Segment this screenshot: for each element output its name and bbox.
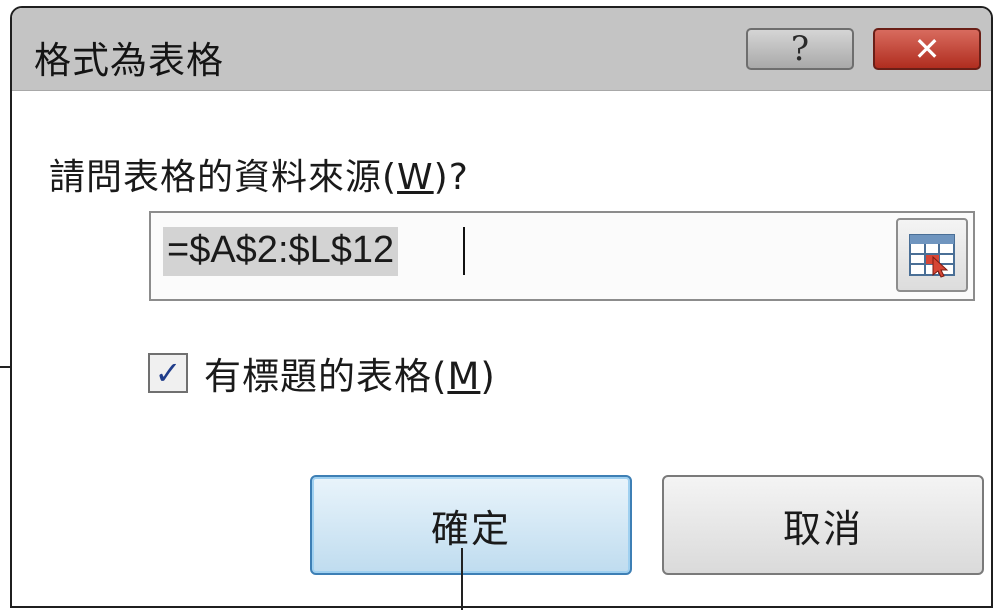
range-input[interactable]: =$A$2:$L$12 [149,211,975,301]
data-source-prompt: 請問表格的資料來源(W)? [49,148,469,200]
has-headers-checkbox[interactable]: ✓ [148,353,188,393]
format-as-table-dialog: 格式為表格 ? ✕ 請問表格的資料來源(W)? =$A$2:$L$12 ✓ 有標… [10,6,993,608]
checkbox-access-key: M [447,355,481,398]
range-selector-button[interactable] [896,218,968,292]
range-input-value: =$A$2:$L$12 [163,227,399,276]
question-mark-icon: ? [790,29,810,69]
help-button[interactable]: ? [746,28,854,70]
prompt-access-key: W [397,157,434,198]
callout-line-ok [461,548,463,610]
headers-checkbox-row[interactable]: ✓ 有標題的表格(M) [148,348,496,398]
has-headers-label[interactable]: 有標題的表格(M) [204,346,496,400]
range-selector-icon [909,234,955,278]
checkbox-label-suffix: ) [480,355,496,398]
close-icon: ✕ [913,30,941,68]
close-button[interactable]: ✕ [873,28,981,70]
prompt-text: 請問表格的資料來源( [49,157,398,198]
dialog-title: 格式為表格 [34,39,224,82]
checkbox-label-text: 有標題的表格( [204,355,448,398]
text-caret [463,227,465,275]
title-bar[interactable]: 格式為表格 ? ✕ [12,8,991,91]
prompt-suffix: )? [433,157,469,198]
checkmark-icon: ✓ [154,354,182,392]
cancel-button[interactable]: 取消 [662,475,984,575]
ok-button[interactable]: 確定 [310,475,632,575]
